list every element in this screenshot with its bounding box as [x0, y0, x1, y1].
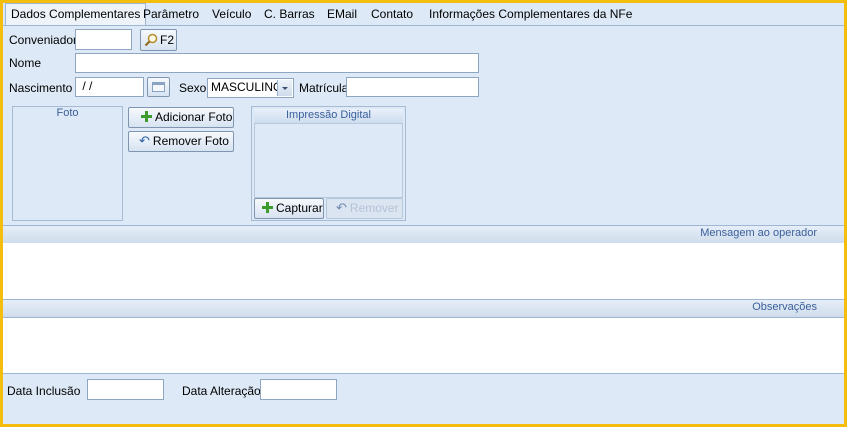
search-button-label: F2: [160, 33, 175, 47]
form-window: Dados Complementares Parâmetro Veículo C…: [0, 0, 847, 427]
mensagem-title: Mensagem ao operador: [700, 227, 817, 239]
add-photo-button[interactable]: Adicionar Foto: [128, 107, 234, 128]
remove-photo-label: Remover Foto: [152, 134, 229, 148]
conveniador-input[interactable]: [75, 29, 132, 50]
matricula-input[interactable]: [346, 77, 479, 97]
tab-contato[interactable]: Contato: [371, 6, 413, 24]
capture-label: Capturar: [276, 201, 323, 215]
nascimento-label: Nascimento: [9, 81, 73, 95]
tab-dados-complementares[interactable]: Dados Complementares: [5, 3, 147, 25]
remove-fingerprint-label: Remover: [349, 201, 399, 215]
tab-bar: Dados Complementares Parâmetro Veículo C…: [3, 3, 844, 26]
undo-icon: ↶: [336, 200, 347, 215]
conveniador-label: Conveniador: [9, 33, 78, 47]
divider: [3, 373, 844, 374]
data-inclusao-label: Data Inclusão: [7, 384, 81, 398]
plus-icon: [262, 202, 273, 213]
tab-informacoes-nfe[interactable]: Informações Complementares da NFe: [429, 6, 632, 24]
data-alteracao-input[interactable]: [260, 379, 337, 400]
magnifier-icon: [144, 33, 158, 47]
capture-button[interactable]: Capturar: [254, 198, 324, 219]
observacoes-header: Observações: [3, 299, 844, 318]
sexo-label: Sexo: [179, 81, 207, 95]
tab-parametro[interactable]: Parâmetro: [143, 6, 199, 24]
observacoes-textarea[interactable]: [3, 318, 844, 373]
mensagem-header: Mensagem ao operador: [3, 225, 844, 244]
nascimento-input[interactable]: / /: [75, 77, 144, 97]
mensagem-textarea[interactable]: [3, 243, 844, 299]
foto-panel-title: Foto: [13, 107, 122, 119]
foto-panel: Foto: [12, 106, 123, 221]
fingerprint-panel-title: Impressão Digital: [254, 109, 403, 124]
conveniador-search-button[interactable]: F2: [140, 29, 177, 51]
remove-fingerprint-button[interactable]: ↶ Remover: [326, 198, 403, 219]
undo-icon: ↶: [139, 133, 150, 148]
data-alteracao-label: Data Alteração: [182, 384, 261, 398]
fingerprint-preview: [254, 124, 403, 198]
matricula-label: Matrícula: [299, 81, 349, 95]
sexo-value: MASCULINO: [211, 80, 283, 94]
nome-label: Nome: [9, 56, 42, 70]
add-photo-label: Adicionar Foto: [155, 110, 233, 124]
chevron-down-icon[interactable]: [277, 80, 292, 96]
data-inclusao-input[interactable]: [87, 379, 164, 400]
calendar-icon: [152, 82, 165, 92]
tab-email[interactable]: EMail: [327, 6, 357, 24]
remove-photo-button[interactable]: ↶ Remover Foto: [128, 131, 234, 152]
nome-input[interactable]: [75, 53, 479, 73]
tab-veiculo[interactable]: Veículo: [212, 6, 251, 24]
observacoes-title: Observações: [752, 301, 817, 313]
plus-icon: [141, 111, 152, 122]
date-picker-button[interactable]: [147, 77, 170, 97]
tab-codigo-barras[interactable]: C. Barras: [264, 6, 315, 24]
sexo-select[interactable]: MASCULINO: [207, 78, 294, 98]
